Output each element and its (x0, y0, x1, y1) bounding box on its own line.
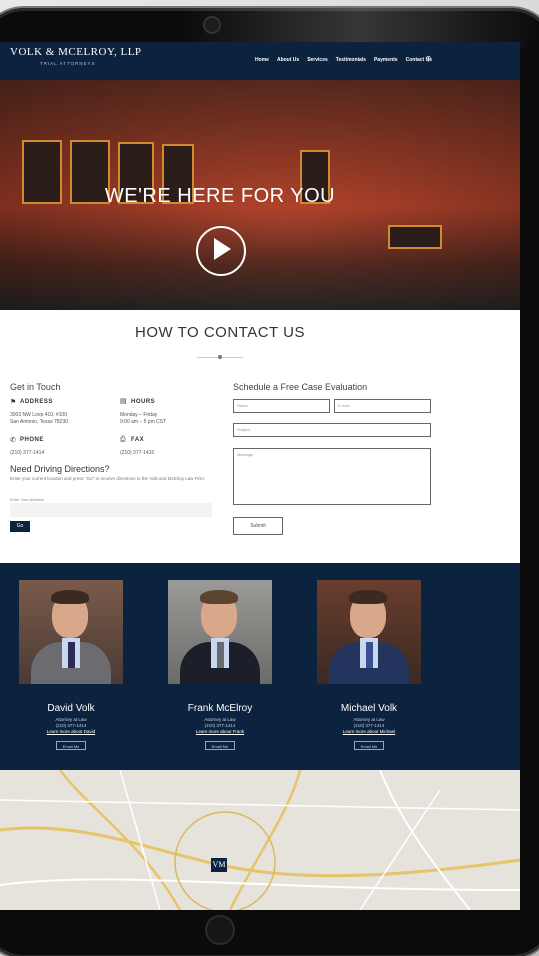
attorney-photo (317, 580, 421, 684)
hero-title: WE'RE HERE FOR YOU (104, 185, 336, 207)
contact-heading: HOW TO CONTACT US (135, 324, 305, 341)
menu-testimonials[interactable]: Testimonials (336, 57, 366, 63)
menu-about-us[interactable]: About Us (277, 57, 299, 63)
attorney-name: Frank McElroy (187, 703, 253, 714)
email-button[interactable]: Email Me (354, 741, 384, 750)
subject-field[interactable]: Subject (233, 423, 431, 437)
camera-icon (205, 18, 219, 32)
home-button[interactable] (207, 917, 233, 943)
attorney-title: Attorney at Law (55, 717, 87, 722)
directions-text: Enter your current location and press "G… (10, 476, 206, 481)
map-roads (0, 770, 520, 910)
address-line2: San Antonio, Texas 78230 (10, 419, 69, 425)
attorney-photo (168, 580, 272, 684)
office-marker[interactable]: VM (211, 858, 227, 872)
attorney-photo (19, 580, 123, 684)
attorney-title: Attorney at Law (353, 717, 385, 722)
map-pin-icon: ⚑ (10, 399, 17, 406)
tablet-screen: VOLK & MCELROY, LLP TRIAL ATTORNEYS Home… (0, 42, 520, 910)
main-menu: Home About Us Services Testimonials Paym… (255, 57, 432, 63)
attorney-phone[interactable]: (210) 377-1414 (168, 723, 272, 728)
hours-line1: Monday – Friday (120, 412, 158, 418)
attorney-link[interactable]: Learn more about Frank (168, 729, 272, 734)
mockup-background: VOLK & MCELROY, LLP TRIAL ATTORNEYS Home… (0, 0, 539, 956)
address-line1: 3003 NW Loop 410, #100 (10, 412, 67, 418)
location-map[interactable]: VM (0, 770, 520, 910)
fax-label: FAX (131, 437, 145, 443)
case-evaluation-heading: Schedule a Free Case Evaluation (233, 382, 368, 392)
message-field[interactable]: Message (233, 448, 431, 505)
phone-label: PHONE (20, 437, 44, 443)
attorney-phone[interactable]: (210) 377-1414 (317, 723, 421, 728)
attorney-name: Michael Volk (340, 703, 398, 714)
site-logo[interactable]: VOLK & MCELROY, LLP (10, 46, 142, 58)
email-button[interactable]: Email Me (205, 741, 235, 750)
fax-icon: ⎙ (120, 436, 126, 443)
top-nav: VOLK & MCELROY, LLP TRIAL ATTORNEYS Home… (0, 42, 520, 80)
divider-dot (218, 355, 222, 359)
name-field[interactable]: Name (233, 399, 330, 413)
phone-value[interactable]: (210) 377-1414 (10, 450, 44, 457)
logo-tagline: TRIAL ATTORNEYS (40, 61, 96, 66)
attorney-name: David Volk (47, 703, 95, 714)
calendar-icon: ▤ (120, 398, 127, 405)
submit-button[interactable]: Submit (233, 517, 283, 535)
hero-banner: WE'RE HERE FOR YOU ⌄ (0, 80, 520, 343)
email-button[interactable]: Email Me (56, 741, 86, 750)
search-icon[interactable]: ⚲ (426, 55, 431, 63)
tram-window (388, 225, 442, 249)
hours-label: HOURS (131, 399, 156, 405)
team-section: David Volk Attorney at Law (210) 377-141… (0, 563, 520, 770)
play-icon[interactable] (214, 238, 231, 260)
attorney-hair (349, 590, 387, 604)
attorney-hair (51, 590, 89, 604)
attorney-title: Attorney at Law (204, 717, 236, 722)
address-input[interactable] (10, 503, 212, 517)
attorney-link[interactable]: Learn more about Michael (317, 729, 421, 734)
phone-icon: ✆ (10, 437, 16, 444)
attorney-tie (366, 642, 373, 668)
attorney-tie (68, 642, 75, 668)
attorney-phone[interactable]: (210) 377-1414 (19, 723, 123, 728)
email-field[interactable]: E-mail (334, 399, 431, 413)
address-label: ADDRESS (20, 399, 53, 405)
menu-services[interactable]: Services (307, 57, 328, 63)
get-in-touch-heading: Get in Touch (10, 382, 61, 392)
fax-value: (210) 377-1415 (120, 450, 155, 456)
address-input-label: Enter Your Address (10, 497, 45, 502)
attorney-hair (200, 590, 238, 604)
menu-home[interactable]: Home (255, 57, 269, 63)
attorney-tie (217, 642, 224, 668)
attorney-link[interactable]: Learn more about David (19, 729, 123, 734)
directions-heading: Need Driving Directions? (10, 464, 110, 474)
hours-line2: 9:00 am – 5 pm CST (120, 419, 167, 425)
menu-payments[interactable]: Payments (374, 57, 398, 63)
go-button[interactable]: Go (10, 521, 30, 532)
